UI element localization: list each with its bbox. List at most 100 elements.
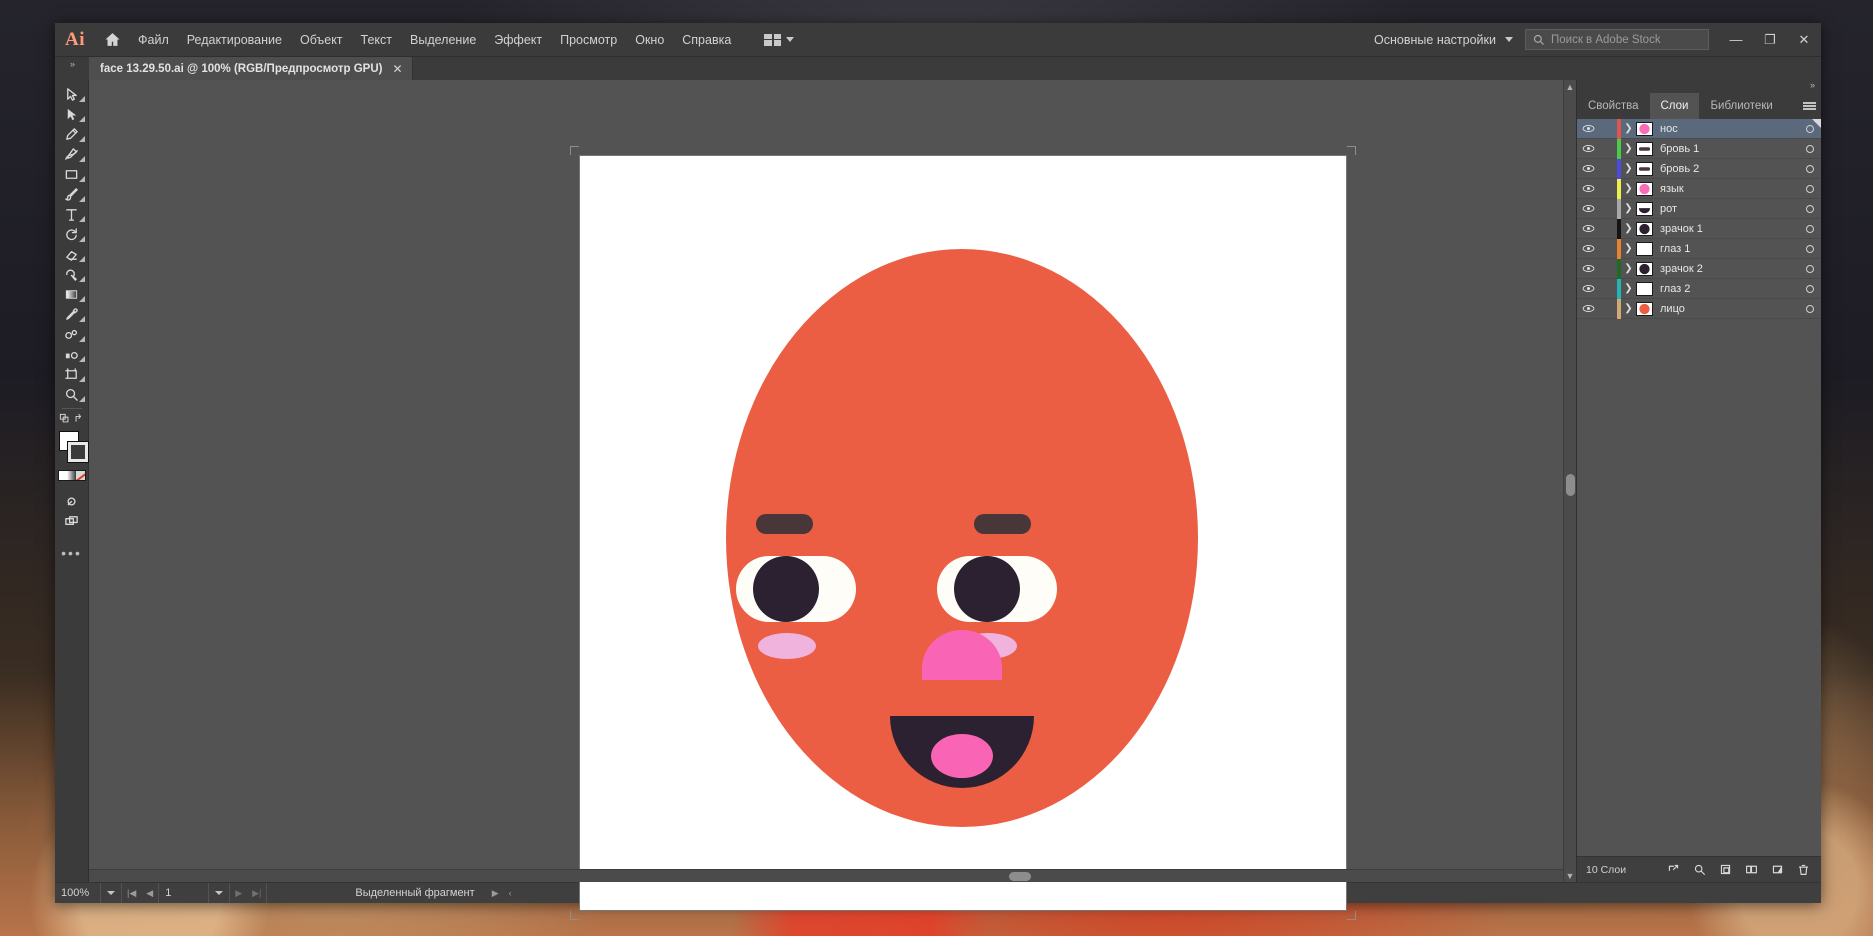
layer-visibility-toggle[interactable]	[1577, 264, 1600, 273]
stroke-swatch[interactable]	[68, 442, 88, 462]
tab-properties[interactable]: Свойства	[1577, 93, 1650, 119]
close-button[interactable]: ✕	[1787, 23, 1821, 56]
layer-target-indicator[interactable]	[1799, 245, 1821, 253]
zoom-tool[interactable]	[57, 384, 87, 404]
layer-row[interactable]: ❯лицо	[1577, 299, 1821, 319]
maximize-button[interactable]: ❐	[1753, 23, 1787, 56]
layer-expand-icon[interactable]: ❯	[1621, 303, 1636, 314]
layer-visibility-toggle[interactable]	[1577, 124, 1600, 133]
shape-eyebrow-1[interactable]	[756, 514, 813, 534]
swap-fill-stroke-icon[interactable]	[74, 413, 85, 424]
edit-toolbar-button[interactable]: •••	[61, 545, 82, 561]
layer-expand-icon[interactable]: ❯	[1621, 203, 1636, 214]
vertical-scroll-thumb[interactable]	[1566, 474, 1575, 496]
create-new-layer-icon[interactable]	[1745, 863, 1758, 876]
layer-visibility-toggle[interactable]	[1577, 204, 1600, 213]
zoom-dropdown-button[interactable]	[101, 883, 122, 903]
hamburger-menu-icon[interactable]	[1797, 93, 1821, 119]
layer-expand-icon[interactable]: ❯	[1621, 243, 1636, 254]
layer-expand-icon[interactable]: ❯	[1621, 223, 1636, 234]
layer-target-indicator[interactable]	[1799, 165, 1821, 173]
gradient-button[interactable]	[67, 471, 76, 480]
create-sublayer-icon[interactable]	[1719, 863, 1732, 876]
last-artboard-icon[interactable]: ▶|	[247, 888, 266, 899]
status-menu-button[interactable]: ▶ ‹	[481, 883, 523, 903]
drawing-mode-button[interactable]	[57, 491, 87, 511]
layer-visibility-toggle[interactable]	[1577, 304, 1600, 313]
locate-object-icon[interactable]	[1667, 863, 1680, 876]
tab-layers[interactable]: Слои	[1650, 93, 1700, 119]
first-artboard-icon[interactable]: |◀	[122, 888, 141, 899]
home-icon[interactable]	[95, 31, 129, 48]
default-fill-stroke-icon[interactable]	[59, 413, 70, 424]
layer-row[interactable]: ❯рот	[1577, 199, 1821, 219]
layer-row[interactable]: ❯бровь 1	[1577, 139, 1821, 159]
paintbrush-tool[interactable]	[57, 184, 87, 204]
eraser-tool[interactable]	[57, 244, 87, 264]
toolbar-expand-icon[interactable]: »	[55, 57, 89, 80]
collapse-panels-icon[interactable]: »	[1577, 80, 1821, 93]
none-color-button[interactable]	[76, 471, 85, 480]
layer-expand-icon[interactable]: ❯	[1621, 143, 1636, 154]
artboard-dropdown-button[interactable]	[209, 883, 230, 903]
layer-row[interactable]: ❯язык	[1577, 179, 1821, 199]
new-layer-icon[interactable]	[1771, 863, 1784, 876]
scroll-down-icon[interactable]: ▼	[1566, 869, 1575, 882]
rotate-tool[interactable]	[57, 224, 87, 244]
layer-row[interactable]: ❯нос	[1577, 119, 1821, 139]
layer-target-indicator[interactable]	[1799, 225, 1821, 233]
tab-libraries[interactable]: Библиотеки	[1699, 93, 1783, 119]
layer-row[interactable]: ❯зрачок 2	[1577, 259, 1821, 279]
screen-mode-button[interactable]	[57, 511, 87, 531]
horizontal-scroll-thumb[interactable]	[1009, 872, 1031, 881]
layer-target-indicator[interactable]	[1799, 265, 1821, 273]
shaper-tool[interactable]	[57, 264, 87, 284]
shape-pupil-1[interactable]	[753, 556, 819, 622]
layer-target-indicator[interactable]	[1799, 185, 1821, 193]
close-icon[interactable]: ✕	[392, 62, 402, 76]
direct-selection-tool[interactable]	[57, 104, 87, 124]
artboard-tool[interactable]	[57, 364, 87, 384]
layer-target-indicator[interactable]	[1799, 305, 1821, 313]
type-tool[interactable]	[57, 204, 87, 224]
layer-visibility-toggle[interactable]	[1577, 164, 1600, 173]
selection-tool[interactable]	[57, 84, 87, 104]
pen-tool[interactable]	[57, 124, 87, 144]
layer-target-indicator[interactable]	[1799, 145, 1821, 153]
shape-pupil-2[interactable]	[954, 556, 1020, 622]
layer-target-indicator[interactable]	[1799, 205, 1821, 213]
menu-item-edit[interactable]: Редактирование	[178, 29, 291, 51]
layer-row[interactable]: ❯зрачок 1	[1577, 219, 1821, 239]
layer-expand-icon[interactable]: ❯	[1621, 123, 1636, 134]
blend-tool[interactable]	[57, 324, 87, 344]
next-artboard-icon[interactable]: ▶	[230, 888, 247, 899]
layer-expand-icon[interactable]: ❯	[1621, 263, 1636, 274]
layer-target-indicator[interactable]	[1799, 285, 1821, 293]
layer-row[interactable]: ❯глаз 1	[1577, 239, 1821, 259]
solid-color-button[interactable]	[59, 471, 68, 480]
rectangle-tool[interactable]	[57, 164, 87, 184]
menu-item-file[interactable]: Файл	[129, 29, 178, 51]
menu-item-object[interactable]: Объект	[291, 29, 352, 51]
minimize-button[interactable]: —	[1719, 23, 1753, 56]
menu-item-help[interactable]: Справка	[673, 29, 740, 51]
face-artwork[interactable]	[580, 156, 1346, 910]
eyedropper-tool[interactable]	[57, 304, 87, 324]
layer-expand-icon[interactable]: ❯	[1621, 163, 1636, 174]
layer-row[interactable]: ❯глаз 2	[1577, 279, 1821, 299]
arrange-documents-icon[interactable]	[758, 31, 800, 49]
layer-visibility-toggle[interactable]	[1577, 224, 1600, 233]
fill-stroke-swatches[interactable]	[57, 431, 87, 465]
menu-item-type[interactable]: Текст	[352, 29, 401, 51]
shape-tongue-visible[interactable]	[931, 734, 993, 778]
layer-expand-icon[interactable]: ❯	[1621, 183, 1636, 194]
curvature-tool[interactable]	[57, 144, 87, 164]
document-tab[interactable]: face 13.29.50.ai @ 100% (RGB/Предпросмот…	[89, 57, 413, 80]
color-mode-buttons[interactable]	[58, 470, 86, 481]
layer-visibility-toggle[interactable]	[1577, 184, 1600, 193]
artboard-number-field[interactable]: 1	[159, 883, 209, 903]
scroll-up-icon[interactable]: ▲	[1566, 80, 1575, 93]
layer-expand-icon[interactable]: ❯	[1621, 283, 1636, 294]
layer-visibility-toggle[interactable]	[1577, 284, 1600, 293]
canvas-area[interactable]: ▲ ▼	[89, 80, 1576, 882]
